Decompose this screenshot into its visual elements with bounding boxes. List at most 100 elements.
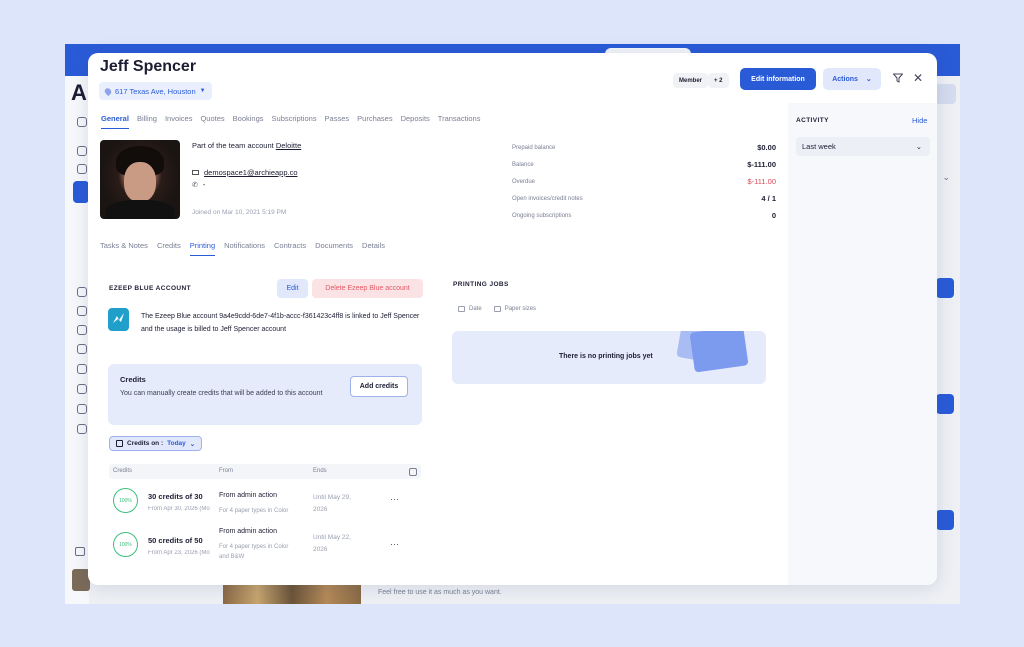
phone-icon: ✆ — [192, 181, 198, 189]
activity-period-select[interactable]: Last week ⌄ — [796, 137, 930, 156]
tab-billing[interactable]: Billing — [137, 114, 157, 129]
add-credits-button[interactable]: Add credits — [350, 376, 408, 397]
member-name: Jeff Spencer — [100, 58, 197, 75]
actions-button[interactable]: Actions ⌄ — [823, 68, 881, 90]
ezeep-panel: EZEEP BLUE ACCOUNT Edit Delete Ezeep Blu… — [100, 265, 438, 585]
subtab-details[interactable]: Details — [362, 241, 385, 256]
col-credits: Credits — [113, 468, 133, 474]
chevron-down-icon: ⌄ — [915, 142, 922, 151]
bg-card-icon — [77, 404, 87, 414]
stat-overdue: Overdue $-111.00 — [512, 177, 776, 186]
empty-illustration — [689, 331, 749, 373]
credit-end-date: Until May 22, 2026 — [313, 534, 351, 553]
subtab-tasks-notes[interactable]: Tasks & Notes — [100, 241, 148, 256]
bg-user-icon — [77, 164, 87, 174]
edit-ezeep-button[interactable]: Edit — [277, 279, 308, 298]
col-ends: Ends — [313, 468, 327, 474]
credits-table-header: Credits From Ends — [109, 464, 421, 479]
bg-megaphone-icon — [77, 384, 87, 394]
member-modal: Jeff Spencer 617 Texas Ave, Houston ▼ Me… — [88, 53, 937, 585]
edit-information-button[interactable]: Edit information — [740, 68, 816, 90]
credit-end-date: Until May 29, 2026 — [313, 494, 351, 513]
subtab-credits[interactable]: Credits — [157, 241, 181, 256]
subtab-printing[interactable]: Printing — [189, 241, 216, 256]
joined-date: Joined on Mar 10, 2021 5:19 PM — [192, 209, 287, 216]
printing-jobs-columns: Date Paper sizes — [458, 306, 536, 312]
progress-ring: 100% — [113, 488, 138, 513]
bg-view-toggle — [934, 84, 956, 104]
phone-value: - — [202, 180, 206, 189]
tab-subscriptions[interactable]: Subscriptions — [272, 114, 317, 129]
bg-blue-button — [936, 394, 954, 414]
tab-bookings[interactable]: Bookings — [233, 114, 264, 129]
subtab-contracts[interactable]: Contracts — [274, 241, 306, 256]
table-row[interactable]: 100% 30 credits of 30 From Apr 30, 2026 … — [109, 483, 421, 521]
bg-building-icon — [77, 306, 87, 316]
chevron-down-icon: ⌄ — [189, 440, 196, 448]
hide-activity-link[interactable]: Hide — [912, 116, 927, 125]
credits-date-filter[interactable]: Credits on : Today ⌄ — [109, 436, 203, 451]
email-row: demospace1@archieapp.co — [192, 168, 298, 177]
bg-search-icon — [77, 117, 87, 127]
col-paper-sizes[interactable]: Paper sizes — [493, 306, 536, 312]
bg-chat-icon — [75, 547, 85, 556]
empty-state-text: There is no printing jobs yet — [559, 353, 653, 360]
tab-transactions[interactable]: Transactions — [438, 114, 481, 129]
filter-icon[interactable] — [893, 73, 903, 83]
credit-source: From admin action — [219, 528, 277, 535]
subtab-notifications[interactable]: Notifications — [224, 241, 265, 256]
printing-empty-state: There is no printing jobs yet — [452, 331, 766, 384]
delete-ezeep-button[interactable]: Delete Ezeep Blue account — [312, 279, 423, 298]
team-account-link[interactable]: Deloitte — [276, 141, 301, 150]
tab-quotes[interactable]: Quotes — [200, 114, 224, 129]
main-tabs: General Billing Invoices Quotes Bookings… — [101, 114, 480, 129]
account-stats: Prepaid balance $0.00 Balance $-111.00 Ove… — [512, 139, 776, 224]
bg-group-icon — [77, 364, 87, 374]
col-date[interactable]: Date — [458, 306, 482, 312]
ezeep-description: The Ezeep Blue account 9a4e9cdd-6de7-4f1… — [141, 313, 420, 333]
columns-settings-icon[interactable] — [409, 468, 417, 476]
bg-globe-icon — [77, 344, 87, 354]
stat-ongoing-subscriptions: Ongoing subscriptions 0 — [512, 211, 776, 220]
tab-deposits[interactable]: Deposits — [401, 114, 430, 129]
more-options-icon[interactable]: ··· — [390, 539, 399, 549]
ezeep-section-title: EZEEP BLUE ACCOUNT — [109, 285, 191, 292]
address-dropdown[interactable]: 617 Texas Ave, Houston ▼ — [99, 82, 212, 100]
bg-blue-button — [936, 278, 954, 298]
credit-title: 50 credits of 50 — [148, 536, 203, 545]
tab-purchases[interactable]: Purchases — [357, 114, 392, 129]
credits-info-box: Credits You can manually create credits … — [108, 364, 422, 425]
more-options-icon[interactable]: ··· — [390, 494, 399, 504]
tab-passes[interactable]: Passes — [325, 114, 350, 129]
bg-gear-icon — [77, 424, 87, 434]
stat-prepaid-balance: Prepaid balance $0.00 — [512, 143, 776, 152]
chevron-down-icon: ▼ — [199, 88, 206, 94]
table-row[interactable]: 100% 50 credits of 50 From Apr 23, 2026 … — [109, 524, 421, 562]
mail-icon — [192, 170, 199, 175]
tab-general[interactable]: General — [101, 114, 129, 129]
credits-description: You can manually create credits that wil… — [120, 390, 323, 397]
email-link[interactable]: demospace1@archieapp.co — [204, 168, 298, 177]
credit-start: From Apr 30, 2026 (Mo — [148, 506, 210, 512]
bg-grid-icon — [77, 146, 87, 156]
activity-panel: ACTIVITY Hide Last week ⌄ — [788, 103, 937, 585]
bg-banner-image — [223, 585, 361, 604]
phone-row: ✆ - — [192, 180, 205, 189]
calendar-icon — [458, 306, 465, 312]
close-icon[interactable]: ✕ — [913, 71, 923, 85]
chevron-down-icon: ⌄ — [865, 76, 872, 83]
list-icon — [493, 306, 501, 312]
bg-people-icon — [77, 287, 87, 297]
sub-tabs: Tasks & Notes Credits Printing Notificat… — [100, 241, 385, 256]
address-text: 617 Texas Ave, Houston — [115, 86, 196, 96]
bg-app-logo: A — [71, 80, 87, 105]
bg-footer-text: Feel free to use it as much as you want. — [378, 589, 502, 596]
extra-badges-count[interactable]: + 2 — [708, 73, 729, 88]
activity-title: ACTIVITY — [796, 117, 829, 124]
credit-start: From Apr 23, 2026 (Mo — [148, 550, 210, 556]
bg-share-icon — [77, 325, 87, 335]
subtab-documents[interactable]: Documents — [315, 241, 353, 256]
printing-jobs-title: PRINTING JOBS — [453, 281, 509, 288]
credits-filter-value: Today — [167, 440, 186, 447]
tab-invoices[interactable]: Invoices — [165, 114, 193, 129]
